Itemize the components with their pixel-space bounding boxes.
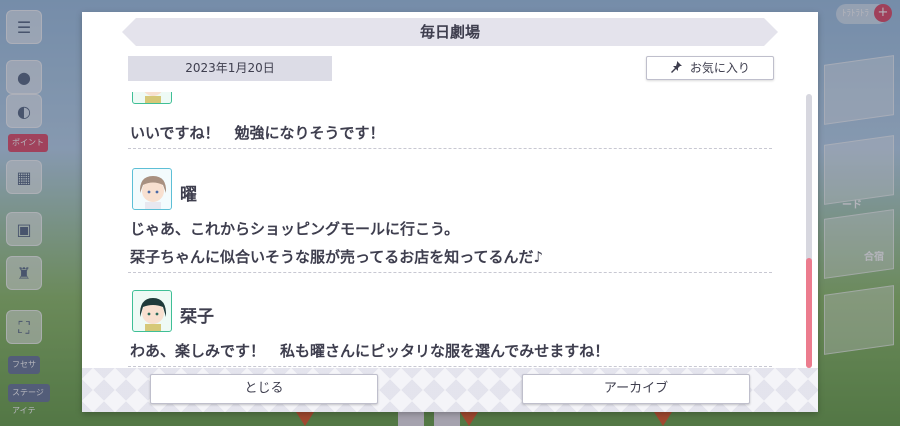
divider [128,366,772,367]
dialogue-line: 栞子ちゃんに似合いそうな服が売ってるお店を知ってるんだ♪ [130,248,544,266]
speaker-name: 栞子 [180,307,214,327]
avatar-you [132,168,172,210]
daily-theater-dialog: 毎日劇場 2023年1月20日 お気に入り いいですね！ 勉強になりそうです！ [82,12,818,412]
pin-icon [670,61,686,75]
avatar-shioriko-partial [132,92,172,104]
favorite-button[interactable]: お気に入り [646,56,774,80]
divider [128,148,772,149]
dialog-title: 毎日劇場 [419,23,480,41]
archive-button[interactable]: アーカイブ [522,374,750,404]
dialogue-line: じゃあ、これからショッピングモールに行こう。 [130,220,460,238]
scrollbar-thumb[interactable] [806,258,812,368]
date-label: 2023年1月20日 [128,56,332,81]
divider [128,272,772,273]
close-button[interactable]: とじる [150,374,378,404]
avatar-shioriko [132,290,172,332]
dialogue-scroll-area[interactable]: いいですね！ 勉強になりそうです！ 曜 じゃあ、これからショッピングモールに行こ… [128,92,772,368]
title-band: 毎日劇場 [122,18,778,46]
favorite-label: お気に入り [689,61,750,75]
dialogue-line: いいですね！ 勉強になりそうです！ [130,124,385,142]
dialogue-line: わあ、楽しみです！ 私も曜さんにピッタリな服を選んでみせますね！ [130,342,610,360]
speaker-name: 曜 [180,185,197,205]
